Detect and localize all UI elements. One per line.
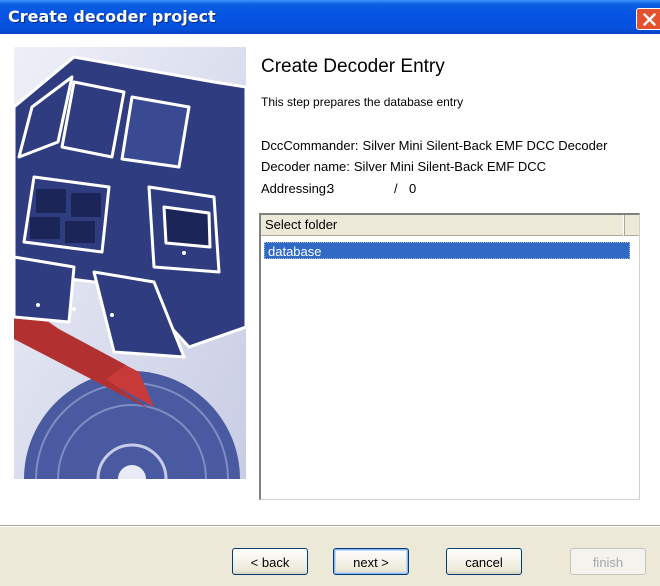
close-icon [643,13,656,26]
folder-list[interactable]: Select folder database [259,213,640,500]
dcc-commander-value: Silver Mini Silent-Back EMF DCC Decoder [362,138,608,153]
empty-column-header [625,215,640,236]
wizard-graphic [14,47,246,479]
finish-button: finish [570,548,646,575]
addressing-secondary: 0 [409,181,417,196]
next-button[interactable]: next > [333,548,409,575]
folder-list-header: Select folder [261,215,639,236]
addressing-primary: 3 [327,181,335,196]
title-bar[interactable]: Create decoder project [0,0,660,34]
select-folder-column-header[interactable]: Select folder [261,215,625,236]
page-heading: Create Decoder Entry [261,56,445,77]
dcc-commander-label: DccCommander: [261,138,359,153]
addressing-label: Addressing: [261,181,330,196]
back-button[interactable]: < back [232,548,308,575]
decoder-name-row: Decoder name: Silver Mini Silent-Back EMF… [261,159,546,174]
page-subtitle: This step prepares the database entry [261,95,464,109]
locomotive-illustration [14,47,246,479]
dialog-window: Create decoder project Create Decoder En… [0,0,660,586]
window-title: Create decoder project [8,7,216,26]
dcc-commander-row: DccCommander: Silver Mini Silent-Back EMF… [261,138,607,153]
footer-separator [0,525,660,527]
button-bar [0,527,660,586]
folder-list-item[interactable]: database [264,242,630,259]
decoder-name-value: Silver Mini Silent-Back EMF DCC [353,159,547,174]
cancel-button[interactable]: cancel [446,548,522,575]
decoder-name-label: Decoder name: [261,159,350,174]
close-button[interactable] [636,8,660,30]
addressing-separator: / [394,181,398,196]
